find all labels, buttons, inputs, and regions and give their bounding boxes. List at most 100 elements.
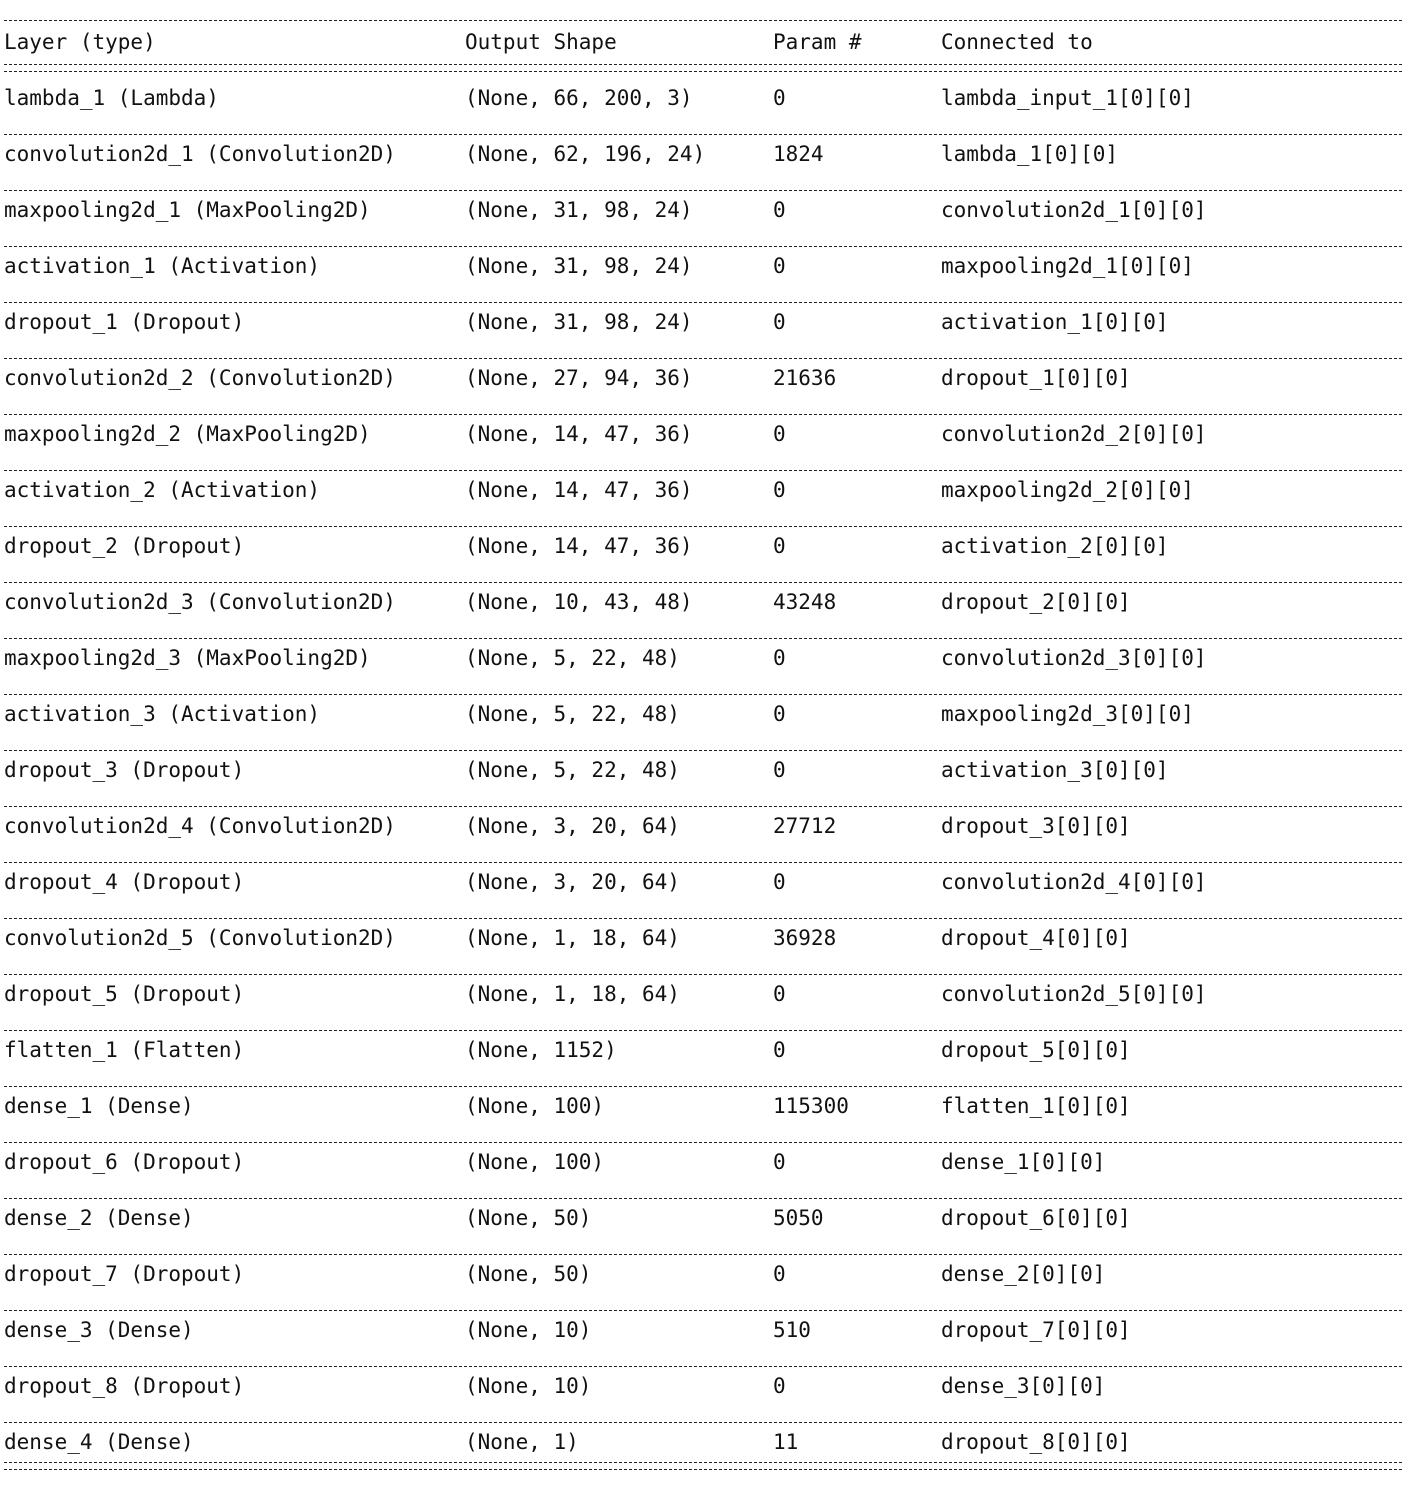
top-separator [4, 20, 1402, 21]
row-separator [4, 918, 1402, 919]
param-count-cell: 11 [773, 1430, 799, 1454]
row-separator [4, 302, 1402, 303]
table-row: convolution2d_5 (Convolution2D) (None, 1,… [4, 926, 1402, 950]
connected-to-cell: maxpooling2d_2[0][0] [941, 478, 1194, 502]
table-row: convolution2d_2 (Convolution2D) (None, 27… [4, 366, 1402, 390]
param-count-cell: 0 [773, 702, 786, 726]
output-shape-cell: (None, 50) [465, 1262, 592, 1286]
connected-to-cell: convolution2d_1[0][0] [941, 198, 1207, 222]
layer-name-cell: dropout_6 (Dropout) [4, 1150, 245, 1174]
output-shape-cell: (None, 100) [465, 1150, 605, 1174]
row-separator [4, 1198, 1402, 1199]
output-shape-cell: (None, 100) [465, 1094, 605, 1118]
row-separator [4, 414, 1402, 415]
row-separator [4, 470, 1402, 471]
connected-to-cell: dropout_7[0][0] [941, 1318, 1131, 1342]
connected-to-cell: convolution2d_2[0][0] [941, 422, 1207, 446]
connected-to-cell: dropout_6[0][0] [941, 1206, 1131, 1230]
table-row: dropout_1 (Dropout) (None, 31, 98, 24) 0 ac… [4, 310, 1402, 334]
row-separator [4, 358, 1402, 359]
param-count-cell: 0 [773, 198, 786, 222]
layer-name-cell: dropout_1 (Dropout) [4, 310, 245, 334]
table-row: dropout_2 (Dropout) (None, 14, 47, 36) 0 ac… [4, 534, 1402, 558]
output-shape-cell: (None, 1, 18, 64) [465, 982, 680, 1006]
param-count-cell: 115300 [773, 1094, 849, 1118]
header-param: Param # [773, 30, 862, 54]
output-shape-cell: (None, 31, 98, 24) [465, 198, 693, 222]
row-separator [4, 1086, 1402, 1087]
output-shape-cell: (None, 5, 22, 48) [465, 702, 680, 726]
output-shape-cell: (None, 27, 94, 36) [465, 366, 693, 390]
table-row: dropout_4 (Dropout) (None, 3, 20, 64) 0 con… [4, 870, 1402, 894]
output-shape-cell: (None, 1152) [465, 1038, 617, 1062]
row-separator [4, 1030, 1402, 1031]
layer-name-cell: lambda_1 (Lambda) [4, 86, 219, 110]
table-row: dense_2 (Dense) (None, 50) 5050 dropout_6[0… [4, 1206, 1402, 1230]
param-count-cell: 5050 [773, 1206, 824, 1230]
output-shape-cell: (None, 1, 18, 64) [465, 926, 680, 950]
row-separator [4, 1422, 1402, 1423]
param-count-cell: 1824 [773, 142, 824, 166]
table-row: dropout_5 (Dropout) (None, 1, 18, 64) 0 con… [4, 982, 1402, 1006]
connected-to-cell: lambda_input_1[0][0] [941, 86, 1194, 110]
row-separator [4, 582, 1402, 583]
connected-to-cell: maxpooling2d_3[0][0] [941, 702, 1194, 726]
layer-name-cell: dense_2 (Dense) [4, 1206, 194, 1230]
output-shape-cell: (None, 10) [465, 1374, 592, 1398]
param-count-cell: 0 [773, 870, 786, 894]
layer-name-cell: maxpooling2d_3 (MaxPooling2D) [4, 646, 371, 670]
table-row: dropout_8 (Dropout) (None, 10) 0 dense_3[0]… [4, 1374, 1402, 1398]
row-separator [4, 526, 1402, 527]
layer-name-cell: maxpooling2d_2 (MaxPooling2D) [4, 422, 371, 446]
output-shape-cell: (None, 62, 196, 24) [465, 142, 706, 166]
layer-name-cell: dropout_7 (Dropout) [4, 1262, 245, 1286]
connected-to-cell: convolution2d_4[0][0] [941, 870, 1207, 894]
param-count-cell: 0 [773, 422, 786, 446]
param-count-cell: 36928 [773, 926, 837, 950]
row-separator [4, 638, 1402, 639]
connected-to-cell: dropout_2[0][0] [941, 590, 1131, 614]
table-row: convolution2d_4 (Convolution2D) (None, 3,… [4, 814, 1402, 838]
output-shape-cell: (None, 10) [465, 1318, 592, 1342]
param-count-cell: 0 [773, 1374, 786, 1398]
layer-name-cell: convolution2d_5 (Convolution2D) [4, 926, 396, 950]
layer-name-cell: convolution2d_4 (Convolution2D) [4, 814, 396, 838]
param-count-cell: 43248 [773, 590, 837, 614]
layer-name-cell: dropout_8 (Dropout) [4, 1374, 245, 1398]
table-row: activation_1 (Activation) (None, 31, 98, … [4, 254, 1402, 278]
row-separator [4, 134, 1402, 135]
header-double-separator [4, 64, 1402, 72]
table-row: dense_3 (Dense) (None, 10) 510 dropout_7[0]… [4, 1318, 1402, 1342]
row-separator [4, 246, 1402, 247]
layer-name-cell: activation_1 (Activation) [4, 254, 321, 278]
param-count-cell: 0 [773, 758, 786, 782]
table-row: flatten_1 (Flatten) (None, 1152) 0 dropout_… [4, 1038, 1402, 1062]
output-shape-cell: (None, 1) [465, 1430, 579, 1454]
param-count-cell: 0 [773, 1262, 786, 1286]
footer-double-separator [4, 1462, 1402, 1470]
table-row: activation_3 (Activation) (None, 5, 22, 4… [4, 702, 1402, 726]
header-layer: Layer (type) [4, 30, 156, 54]
table-row: dense_4 (Dense) (None, 1) 11 dropout_8[0][0… [4, 1430, 1402, 1454]
layer-name-cell: flatten_1 (Flatten) [4, 1038, 245, 1062]
table-row: activation_2 (Activation) (None, 14, 47, … [4, 478, 1402, 502]
layer-name-cell: dense_4 (Dense) [4, 1430, 194, 1454]
table-row: maxpooling2d_3 (MaxPooling2D) (None, 5, 2… [4, 646, 1402, 670]
param-count-cell: 0 [773, 1150, 786, 1174]
row-separator [4, 862, 1402, 863]
layer-name-cell: activation_2 (Activation) [4, 478, 321, 502]
table-row: dense_1 (Dense) (None, 100) 115300 flatten_… [4, 1094, 1402, 1118]
header-row: Layer (type) Output Shape Param # Connec… [4, 30, 1402, 54]
connected-to-cell: dropout_4[0][0] [941, 926, 1131, 950]
layer-name-cell: convolution2d_1 (Convolution2D) [4, 142, 396, 166]
layer-name-cell: convolution2d_2 (Convolution2D) [4, 366, 396, 390]
connected-to-cell: dropout_3[0][0] [941, 814, 1131, 838]
param-count-cell: 510 [773, 1318, 811, 1342]
param-count-cell: 0 [773, 982, 786, 1006]
output-shape-cell: (None, 66, 200, 3) [465, 86, 693, 110]
row-separator [4, 806, 1402, 807]
table-row: lambda_1 (Lambda) (None, 66, 200, 3) 0 lamb… [4, 86, 1402, 110]
header-connected-to: Connected to [941, 30, 1093, 54]
connected-to-cell: dense_3[0][0] [941, 1374, 1106, 1398]
output-shape-cell: (None, 5, 22, 48) [465, 758, 680, 782]
